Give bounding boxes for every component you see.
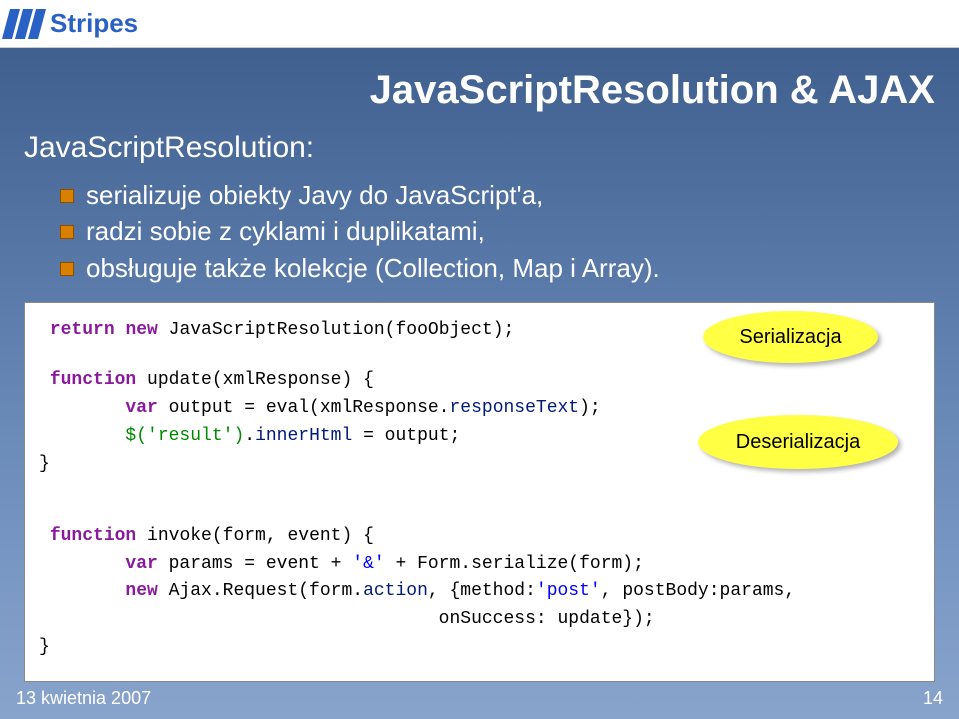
code-text: invoke(form, event) {: [136, 526, 374, 546]
keyword-function: function: [50, 370, 136, 390]
code-box: Serializacja Deserializacja return new J…: [24, 302, 935, 682]
code-indent: [39, 554, 125, 574]
code-indent: [39, 398, 125, 418]
code-line: new Ajax.Request(form.action, {method:'p…: [39, 578, 920, 606]
code-indent: [39, 581, 125, 601]
code-line: function update(xmlResponse) {: [39, 367, 920, 395]
code-line: function invoke(form, event) {: [39, 523, 920, 551]
code-line: }: [39, 634, 920, 662]
keyword-var: var: [125, 554, 157, 574]
footer-date: 13 kwietnia 2007: [16, 688, 151, 709]
code-line: onSuccess: update});: [39, 606, 920, 634]
code-text: JavaScriptResolution(fooObject);: [158, 320, 514, 340]
list-item: obsługuje także kolekcje (Collection, Ma…: [60, 250, 935, 286]
code-text: , {method:: [428, 581, 536, 601]
slide-title: JavaScriptResolution & AJAX: [24, 68, 935, 113]
slide-header: Stripes: [0, 0, 959, 48]
slide-footer: 13 kwietnia 2007 14: [16, 688, 943, 709]
bullet-list: serializuje obiekty Javy do JavaScript'a…: [60, 177, 935, 286]
keyword-function: function: [50, 526, 136, 546]
slide-content: JavaScriptResolution & AJAX JavaScriptRe…: [0, 48, 959, 682]
code-text: );: [579, 398, 601, 418]
keyword-new: new: [125, 320, 157, 340]
code-text: Ajax.Request(form.: [158, 581, 363, 601]
code-property: action: [363, 581, 428, 601]
code-line: var params = event + '&' + Form.serializ…: [39, 551, 920, 579]
code-indent: [39, 609, 439, 629]
code-string: '&': [352, 554, 384, 574]
code-text: , postBody:params,: [601, 581, 795, 601]
callout-deserializacja: Deserializacja: [698, 415, 898, 469]
code-text: .: [244, 426, 255, 446]
keyword-new: new: [125, 581, 157, 601]
list-item: serializuje obiekty Javy do JavaScript'a…: [60, 177, 935, 213]
logo-text: Stripes: [50, 8, 138, 39]
code-string: 'post': [536, 581, 601, 601]
callout-serializacja: Serializacja: [703, 311, 878, 363]
footer-page: 14: [923, 688, 943, 709]
keyword-var: var: [125, 398, 157, 418]
code-property: responseText: [449, 398, 579, 418]
code-text: = output;: [352, 426, 460, 446]
code-text: onSuccess: update});: [439, 609, 655, 629]
code-indent: [39, 426, 125, 446]
slide-subtitle: JavaScriptResolution:: [24, 131, 935, 165]
keyword-return: return: [50, 320, 115, 340]
code-text: params = event +: [158, 554, 352, 574]
code-property: innerHtml: [255, 426, 352, 446]
code-text: + Form.serialize(form);: [385, 554, 644, 574]
code-text: update(xmlResponse) {: [136, 370, 374, 390]
code-text: output = eval(xmlResponse.: [158, 398, 450, 418]
code-jquery: $('result'): [125, 426, 244, 446]
logo-bars-icon: [2, 9, 46, 39]
list-item: radzi sobie z cyklami i duplikatami,: [60, 213, 935, 249]
stripes-logo: Stripes: [6, 8, 138, 39]
